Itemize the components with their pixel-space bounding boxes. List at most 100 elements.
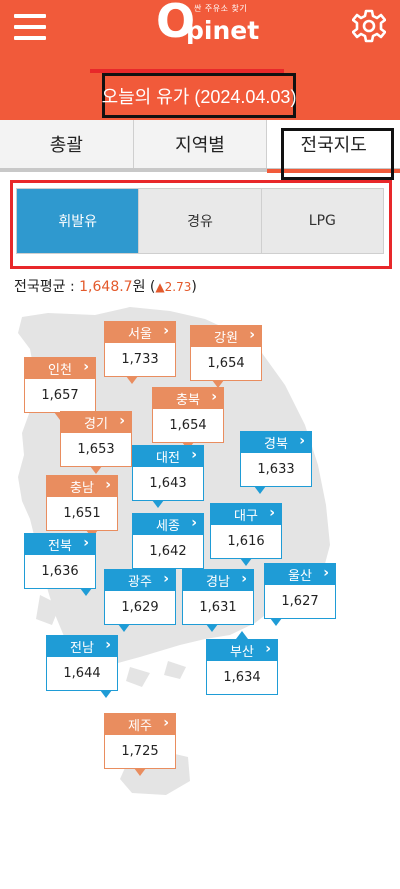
region-card-busan[interactable]: 부산 › 1,634 [206, 631, 278, 703]
chevron-right-icon: › [105, 477, 111, 493]
chevron-right-icon: › [323, 565, 329, 581]
region-card-gyeongnam[interactable]: 경남 › 1,631 [182, 569, 254, 633]
average-unit: 원 [132, 279, 146, 295]
chevron-right-icon: › [249, 327, 255, 343]
average-change-open: ( [145, 279, 156, 295]
card-pointer [240, 558, 252, 566]
tab-by-region[interactable]: 지역별 [134, 120, 268, 168]
chevron-right-icon: › [299, 433, 305, 449]
chevron-right-icon: › [83, 535, 89, 551]
region-card-sejong[interactable]: 세종 › 1,642 [132, 513, 204, 577]
region-card-chungbuk[interactable]: 충북 › 1,654 [152, 387, 224, 451]
logo-tagline: 싼 주유소 찾기 [194, 4, 248, 13]
region-name: 전남 › [46, 635, 118, 657]
chevron-right-icon: › [241, 571, 247, 587]
region-name: 강원 › [190, 325, 262, 347]
region-price: 1,627 [264, 584, 336, 619]
region-card-jeonbuk[interactable]: 전북 › 1,636 [24, 533, 96, 597]
tab-summary[interactable]: 총괄 [0, 120, 134, 168]
chevron-right-icon: › [83, 359, 89, 375]
region-name: 부산 › [206, 639, 278, 661]
card-pointer [134, 768, 146, 776]
region-price: 1,636 [24, 554, 96, 589]
active-tab-indicator [267, 169, 400, 173]
region-price: 1,616 [210, 524, 282, 559]
average-change-close: ) [191, 279, 197, 295]
region-name: 광주 › [104, 569, 176, 591]
region-card-daejeon[interactable]: 대전 › 1,643 [132, 445, 204, 509]
region-price: 1,634 [206, 660, 278, 695]
fuel-type-selector: 휘발유 경유 LPG [16, 188, 384, 254]
region-name: 세종 › [132, 513, 204, 535]
card-pointer [270, 618, 282, 626]
chevron-right-icon: › [265, 641, 271, 657]
region-price: 1,629 [104, 590, 176, 625]
region-card-seoul[interactable]: 서울 › 1,733 [104, 321, 176, 385]
region-card-gyeonggi[interactable]: 경기 › 1,653 [60, 411, 132, 475]
chevron-right-icon: › [191, 515, 197, 531]
opinet-logo: 싼 주유소 찾기 O pinet [150, 0, 260, 56]
region-card-gwangju[interactable]: 광주 › 1,629 [104, 569, 176, 633]
card-pointer [118, 624, 130, 632]
settings-gear-icon[interactable] [351, 6, 387, 46]
region-name: 경남 › [182, 569, 254, 591]
card-pointer [152, 500, 164, 508]
region-price: 1,651 [46, 496, 118, 531]
region-card-ulsan[interactable]: 울산 › 1,627 [264, 563, 336, 627]
average-value: 1,648.7 [79, 279, 133, 295]
region-card-gyeongbuk[interactable]: 경북 › 1,633 [240, 431, 312, 495]
region-name: 제주 › [104, 713, 176, 735]
region-name: 충북 › [152, 387, 224, 409]
region-name: 전북 › [24, 533, 96, 555]
chevron-right-icon: › [105, 637, 111, 653]
region-name: 대구 › [210, 503, 282, 525]
main-tabs: 총괄 지역별 전국지도 [0, 120, 400, 172]
chevron-right-icon: › [163, 323, 169, 339]
chevron-right-icon: › [269, 505, 275, 521]
average-label: 전국평균 : [14, 279, 80, 295]
region-price: 1,657 [24, 378, 96, 413]
region-price: 1,644 [46, 656, 118, 691]
today-price-date: 오늘의 유가 (2024.04.03) [101, 86, 297, 107]
region-price: 1,642 [132, 534, 204, 569]
logo-text: pinet [186, 16, 260, 45]
region-price: 1,643 [132, 466, 204, 501]
card-pointer [236, 631, 248, 639]
fuel-lpg-button[interactable]: LPG [261, 189, 383, 253]
fuel-gasoline-button[interactable]: 휘발유 [17, 189, 140, 253]
tab-national-map[interactable]: 전국지도 [267, 120, 400, 168]
card-pointer [126, 376, 138, 384]
chevron-right-icon: › [119, 413, 125, 429]
app-header: 싼 주유소 찾기 O pinet 오늘의 유가 (2024.04.03) [0, 0, 400, 120]
date-box: 오늘의 유가 (2024.04.03) [102, 73, 296, 118]
region-name: 울산 › [264, 563, 336, 585]
chevron-right-icon: › [163, 571, 169, 587]
region-price: 1,654 [152, 408, 224, 443]
fuel-diesel-button[interactable]: 경유 [139, 189, 262, 253]
region-card-jeju[interactable]: 제주 › 1,725 [104, 713, 176, 777]
region-price: 1,733 [104, 342, 176, 377]
region-name: 경기 › [60, 411, 132, 433]
region-card-jeonnam[interactable]: 전남 › 1,644 [46, 635, 118, 699]
chevron-right-icon: › [163, 715, 169, 731]
korea-map: 서울 › 1,733 강원 › 1,654 인천 › 1,657 충북 › 1,654 … [0, 305, 400, 805]
region-name: 대전 › [132, 445, 204, 467]
region-card-chungnam[interactable]: 충남 › 1,651 [46, 475, 118, 539]
region-price: 1,653 [60, 432, 132, 467]
chevron-right-icon: › [191, 447, 197, 463]
card-pointer [100, 690, 112, 698]
national-average: 전국평균 : 1,648.7원 (▲2.73) [14, 276, 197, 296]
region-price: 1,633 [240, 452, 312, 487]
region-price: 1,631 [182, 590, 254, 625]
region-name: 인천 › [24, 357, 96, 379]
region-name: 충남 › [46, 475, 118, 497]
region-name: 경북 › [240, 431, 312, 453]
card-pointer [254, 486, 266, 494]
card-pointer [90, 466, 102, 474]
average-change: ▲2.73 [155, 280, 192, 294]
card-pointer [206, 624, 218, 632]
region-name: 서울 › [104, 321, 176, 343]
region-card-gangwon[interactable]: 강원 › 1,654 [190, 325, 262, 389]
menu-icon[interactable] [14, 8, 48, 44]
region-card-daegu[interactable]: 대구 › 1,616 [210, 503, 282, 567]
